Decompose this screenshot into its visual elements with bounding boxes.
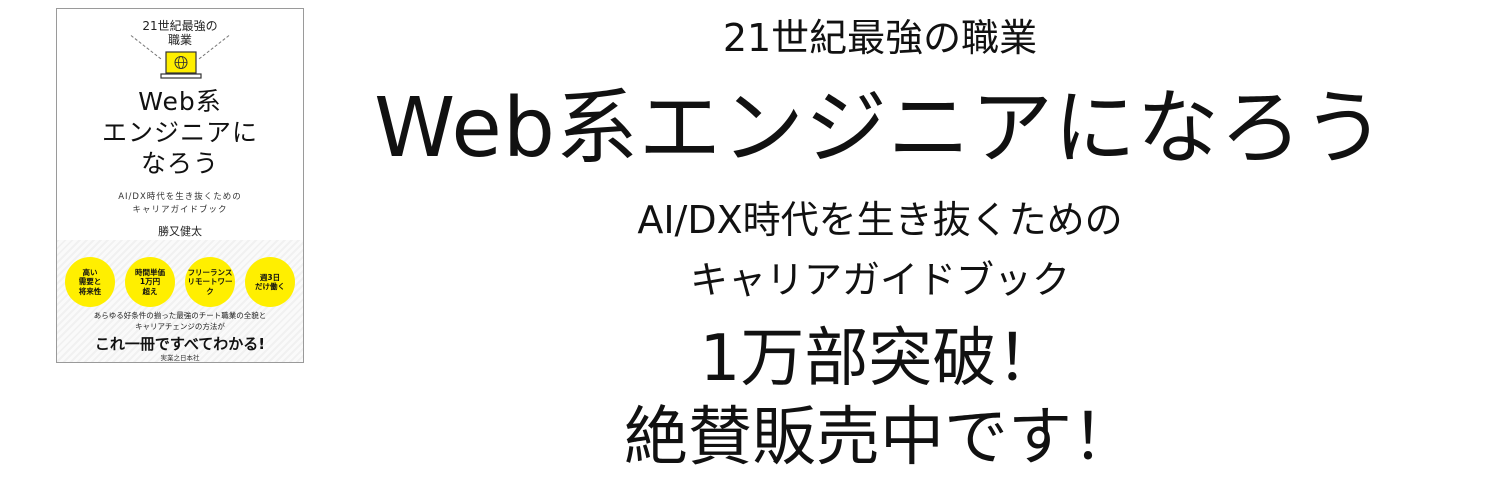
cover-title-line1: Web系 [138,87,222,116]
book-cover: 21世紀最強の 職業 Web系 エンジニアに なろう AI/DX時代を生き抜くた… [56,8,304,363]
headline-title: Web系エンジニアになろう [374,81,1386,176]
cover-author: 勝又健太 [158,225,202,238]
laptop-globe-icon [160,51,202,79]
cover-blurb: あらゆる好条件の揃った最強のチート職業の全貌と キャリアチェンジの方法が [93,311,267,331]
cover-title-line2: エンジニアに [101,118,258,147]
cover-title: Web系 エンジニアに なろう [57,86,303,179]
headline-cta: 絶賛販売中です！ [624,401,1136,475]
cover-badge-demand: 高い 需要と 将来性 [65,257,115,307]
cover-subtitle: AI/DX時代を生き抜くための キャリアガイドブック [57,191,303,217]
cover-title-line3: なろう [140,149,219,178]
cover-kicker-line2: 職業 [167,33,192,47]
cover-kicker: 21世紀最強の 職業 [57,19,303,47]
headline-subtitle-line1: AI/DX時代を生き抜くための [637,198,1123,242]
cover-slogan: これ一冊ですべてわかる! [94,335,266,353]
headline-subtitle-line2: キャリアガイドブック [689,258,1070,302]
cover-badge-remote: フリーランス リモートワーク [185,257,235,307]
cover-badge-three-days: 週3日 だけ働く [245,257,295,307]
cover-publisher: 実業之日本社 [160,354,200,362]
headline-kicker: 21世紀最強の職業 [722,16,1038,60]
cover-subtitle-line2: キャリアガイドブック [132,205,228,215]
headline-subtitle: AI/DX時代を生き抜くための キャリアガイドブック [330,190,1430,310]
cover-kicker-line1: 21世紀最強の [142,19,218,33]
headline-milestone: 1万部突破！ [699,322,1061,396]
cover-badge-hourly-rate: 時間単価 1万円 超え [125,257,175,307]
cover-subtitle-line1: AI/DX時代を生き抜くための [118,192,242,202]
